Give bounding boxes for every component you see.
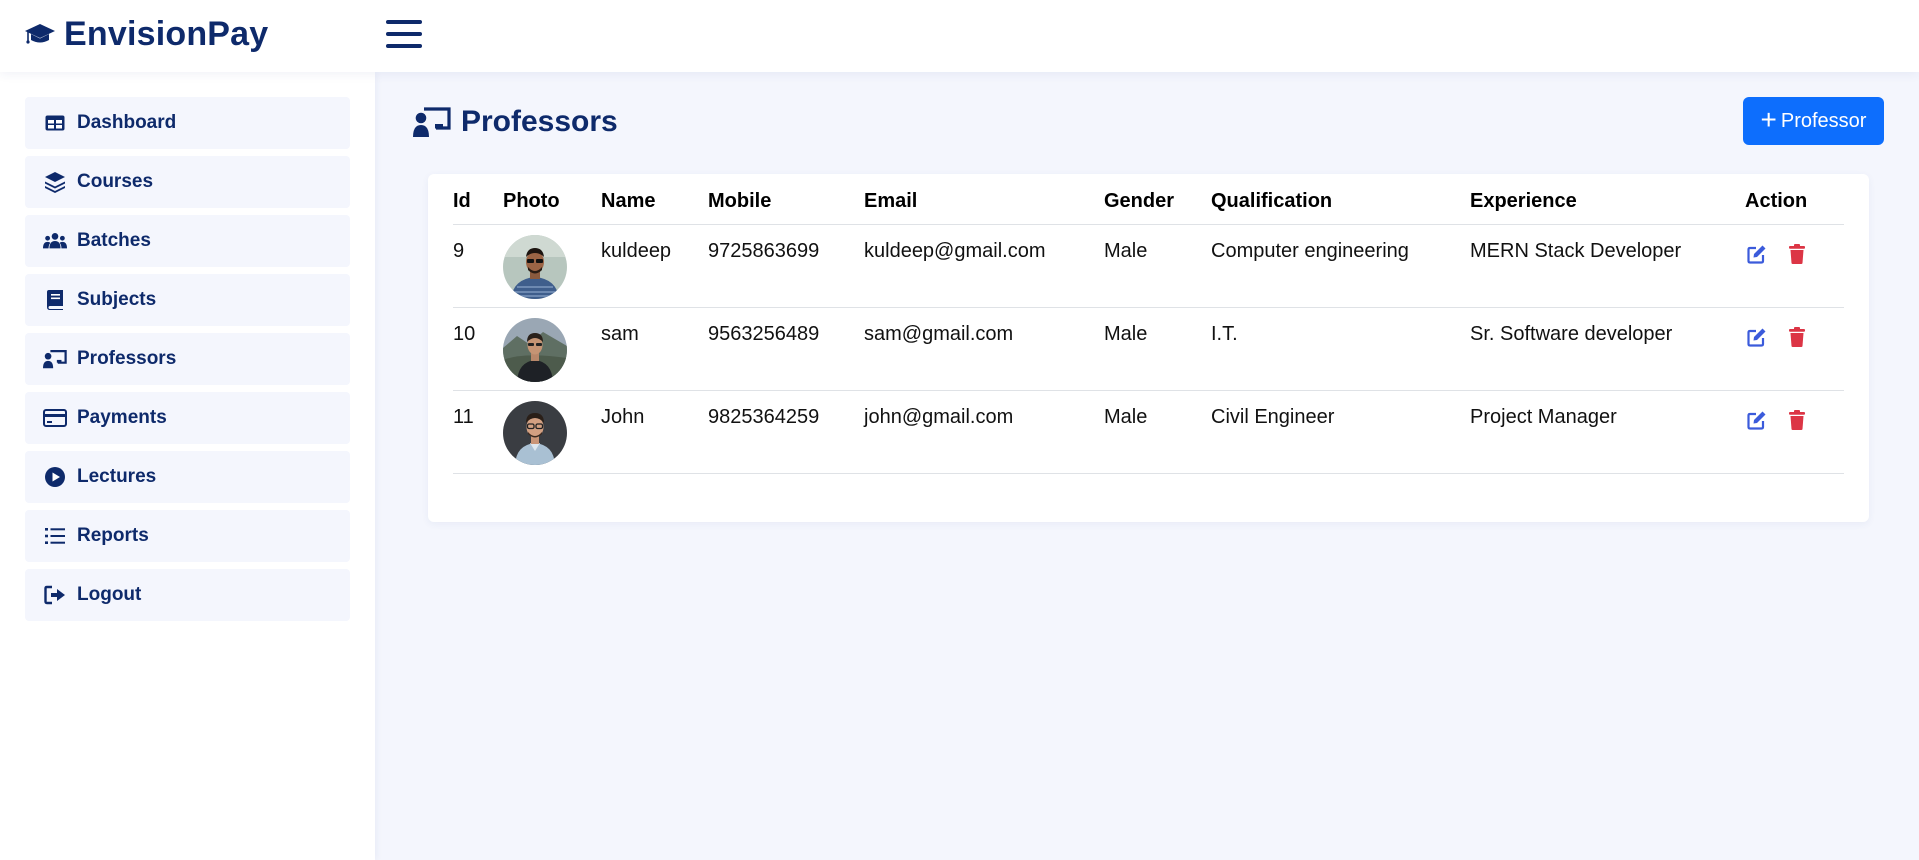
sign-out-icon xyxy=(43,584,67,606)
column-header: Mobile xyxy=(708,174,864,225)
sidebar-item-batches[interactable]: Batches xyxy=(25,215,350,267)
cell-qualification: Civil Engineer xyxy=(1211,390,1470,474)
brand-name: EnvisionPay xyxy=(64,14,269,53)
sidebar-item-label: Dashboard xyxy=(77,112,177,133)
sidebar-item-label: Professors xyxy=(77,348,177,369)
cell-action xyxy=(1745,390,1844,474)
cell-gender: Male xyxy=(1104,390,1211,474)
edit-icon[interactable] xyxy=(1745,408,1769,432)
cell-email: john@gmail.com xyxy=(864,390,1104,474)
book-icon xyxy=(43,289,67,311)
column-header: Gender xyxy=(1104,174,1211,225)
cell-mobile: 9563256489 xyxy=(708,307,864,391)
cell-name: John xyxy=(601,390,708,474)
cell-qualification: I.T. xyxy=(1211,307,1470,391)
cell-mobile: 9725863699 xyxy=(708,224,864,308)
edit-icon[interactable] xyxy=(1745,325,1769,349)
add-professor-button[interactable]: + Professor xyxy=(1743,97,1884,145)
sidebar-item-label: Subjects xyxy=(77,289,157,310)
cell-name: sam xyxy=(601,307,708,391)
column-header: Id xyxy=(453,174,503,225)
professors-table-card: Id Photo Name Mobile Email Gender Qualif… xyxy=(428,174,1869,522)
cell-gender: Male xyxy=(1104,307,1211,391)
sidebar-item-payments[interactable]: Payments xyxy=(25,392,350,444)
table-header-row: Id Photo Name Mobile Email Gender Qualif… xyxy=(453,174,1844,225)
cell-photo xyxy=(503,390,601,474)
cell-gender: Male xyxy=(1104,224,1211,308)
plus-icon: + xyxy=(1760,104,1777,135)
sidebar-item-label: Payments xyxy=(77,407,167,428)
sidebar-item-professors[interactable]: Professors xyxy=(25,333,350,385)
trash-icon[interactable] xyxy=(1785,408,1809,432)
avatar xyxy=(503,317,567,382)
sidebar-item-label: Reports xyxy=(77,525,149,546)
edit-icon[interactable] xyxy=(1745,242,1769,266)
sidebar-item-logout[interactable]: Logout xyxy=(25,569,350,621)
cell-email: kuldeep@gmail.com xyxy=(864,224,1104,308)
column-header: Qualification xyxy=(1211,174,1470,225)
add-professor-label: Professor xyxy=(1780,109,1867,132)
sidebar-item-lectures[interactable]: Lectures xyxy=(25,451,350,503)
table-row: 11 John 9825364259 john@gmail.com Male C… xyxy=(453,390,1844,474)
cell-name: kuldeep xyxy=(601,224,708,308)
avatar xyxy=(503,234,567,299)
cell-action xyxy=(1745,307,1844,391)
sidebar-item-label: Courses xyxy=(77,171,154,192)
layers-icon xyxy=(43,171,67,193)
page-header: Professors xyxy=(413,102,618,142)
hamburger-icon[interactable] xyxy=(386,18,422,50)
cell-experience: Sr. Software developer xyxy=(1470,307,1745,391)
column-header: Email xyxy=(864,174,1104,225)
list-icon xyxy=(43,525,67,547)
cell-id: 10 xyxy=(453,307,503,391)
cell-action xyxy=(1745,224,1844,308)
cell-photo xyxy=(503,224,601,308)
sidebar-item-label: Logout xyxy=(77,584,142,605)
top-navbar: EnvisionPay xyxy=(0,0,1919,72)
column-header: Action xyxy=(1745,174,1844,225)
sidebar-item-label: Lectures xyxy=(77,466,157,487)
cell-id: 11 xyxy=(453,390,503,474)
sidebar-item-dashboard[interactable]: Dashboard xyxy=(25,97,350,149)
cell-id: 9 xyxy=(453,224,503,308)
graduation-cap-icon xyxy=(24,20,58,48)
brand-logo[interactable]: EnvisionPay xyxy=(24,14,268,54)
sidebar-item-reports[interactable]: Reports xyxy=(25,510,350,562)
column-header: Experience xyxy=(1470,174,1745,225)
chalkboard-teacher-icon xyxy=(43,348,67,370)
main-content: Professors + Professor Id Photo Name Mob… xyxy=(375,72,1919,860)
table-row: 10 sam 9563256489 sam@gmail.com Male I.T… xyxy=(453,307,1844,391)
sidebar: Dashboard Courses Batches Subjects Profe… xyxy=(0,72,375,860)
cell-experience: Project Manager xyxy=(1470,390,1745,474)
sidebar-item-courses[interactable]: Courses xyxy=(25,156,350,208)
table-row: 9 kuldeep 9725863699 kuldeep@gmail.com M… xyxy=(453,224,1844,308)
cell-photo xyxy=(503,307,601,391)
sidebar-item-subjects[interactable]: Subjects xyxy=(25,274,350,326)
trash-icon[interactable] xyxy=(1785,325,1809,349)
column-header: Name xyxy=(601,174,708,225)
cell-experience: MERN Stack Developer xyxy=(1470,224,1745,308)
cell-qualification: Computer engineering xyxy=(1211,224,1470,308)
page-title: Professors xyxy=(461,105,618,138)
chalkboard-teacher-icon xyxy=(413,105,453,139)
sidebar-item-label: Batches xyxy=(77,230,151,251)
professors-table: Id Photo Name Mobile Email Gender Qualif… xyxy=(453,174,1844,474)
play-circle-icon xyxy=(43,466,67,488)
trash-icon[interactable] xyxy=(1785,242,1809,266)
cell-email: sam@gmail.com xyxy=(864,307,1104,391)
users-icon xyxy=(43,230,67,252)
table-icon xyxy=(43,112,67,134)
credit-card-icon xyxy=(43,407,67,429)
column-header: Photo xyxy=(503,174,601,225)
avatar xyxy=(503,400,567,465)
cell-mobile: 9825364259 xyxy=(708,390,864,474)
